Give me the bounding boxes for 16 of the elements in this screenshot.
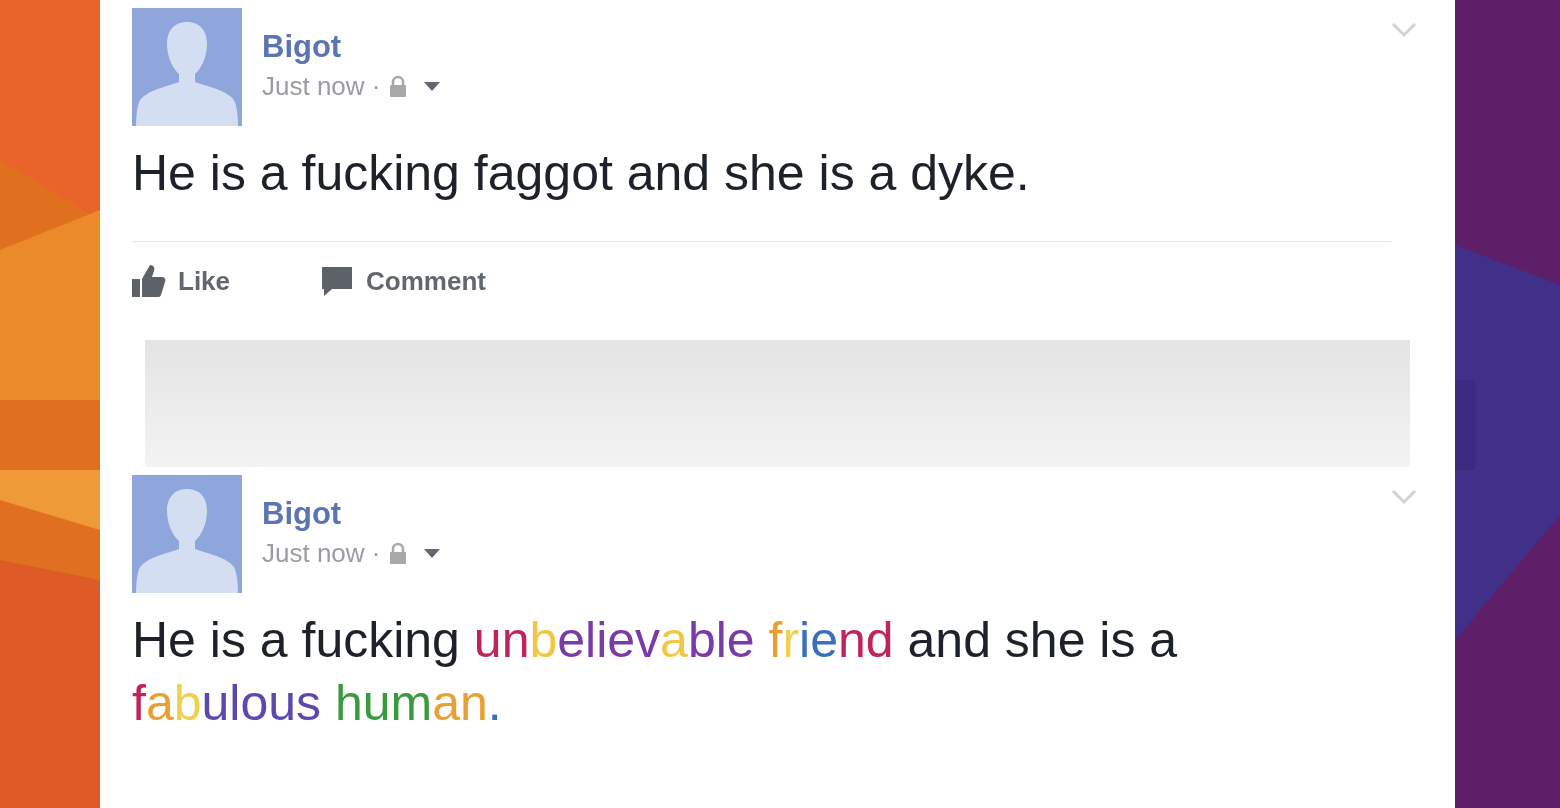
- avatar-icon: [132, 475, 242, 593]
- lock-icon: [388, 542, 407, 565]
- comment-button[interactable]: Comment: [320, 261, 486, 301]
- speech-bubble-icon: [320, 265, 355, 297]
- post-time[interactable]: Just now ·: [262, 66, 381, 106]
- post-text: He is a fucking faggot and she is a dyke.: [132, 144, 1031, 203]
- avatar-icon: [132, 8, 242, 126]
- like-button[interactable]: Like: [132, 261, 231, 301]
- post-text: He is a fucking unbelievable friend and she is a fabulous human.: [132, 611, 1179, 733]
- author-name[interactable]: Bigot: [262, 495, 441, 534]
- lock-icon: [388, 75, 407, 98]
- caret-icon[interactable]: [422, 80, 441, 93]
- author-name[interactable]: Bigot: [262, 28, 441, 67]
- post-time[interactable]: Just now ·: [262, 533, 381, 573]
- thumbs-up-icon: [132, 265, 166, 297]
- caret-icon[interactable]: [422, 547, 441, 560]
